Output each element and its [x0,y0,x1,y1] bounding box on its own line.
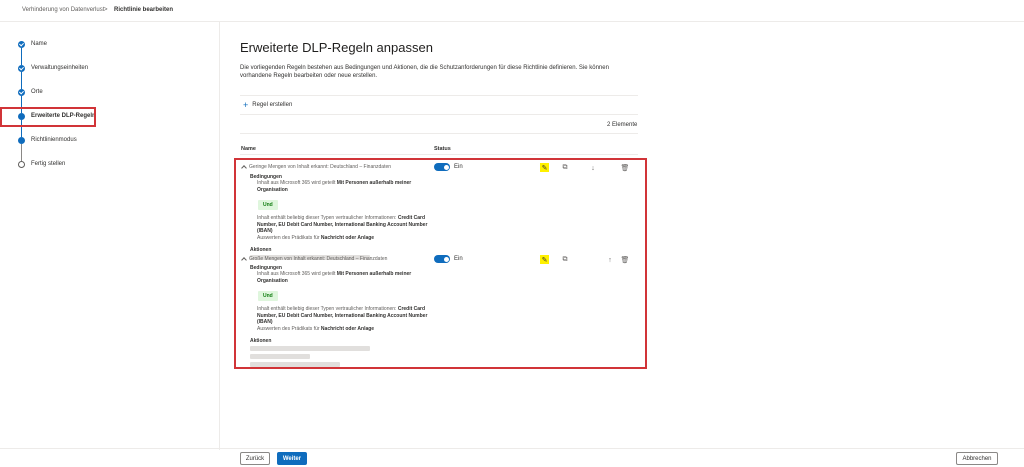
highlight-frame [0,107,96,127]
check-circle-icon [18,89,25,96]
step-name[interactable]: Name [18,40,208,52]
step-dot-icon [18,137,25,144]
check-circle-icon [18,41,25,48]
footer-bar: Zurück Weiter Abbrechen [0,448,1024,467]
cancel-button[interactable]: Abbrechen [956,452,998,465]
step-label: Fertig stellen [31,161,66,167]
step-label: Richtlinienmodus [31,137,77,143]
breadcrumb-parent[interactable]: Verhinderung von Datenverlust [22,7,104,13]
item-count: 2 Elemente [607,122,638,128]
plus-icon: + [243,100,249,110]
divider [240,114,638,115]
check-circle-icon [18,65,25,72]
divider [240,133,638,134]
page-description: Die vorliegenden Regeln bestehen aus Bed… [240,65,609,79]
step-label: Name [31,41,48,47]
breadcrumb-separator: > [104,7,108,13]
create-rule-label: Regel erstellen [252,102,293,108]
empty-circle-icon [18,161,25,168]
next-button[interactable]: Weiter [277,452,307,465]
page-title: Erweiterte DLP-Regeln anpassen [240,40,433,55]
column-header-name[interactable]: Name [241,146,256,152]
wizard-sidebar [0,22,220,450]
breadcrumb-current: Richtlinie bearbeiten [114,7,174,13]
step-fertig-stellen[interactable]: Fertig stellen [18,160,208,172]
breadcrumb: Verhinderung von Datenverlust > Richtlin… [0,0,1024,22]
divider [240,95,638,96]
step-verwaltungseinheiten[interactable]: Verwaltungseinheiten [18,64,208,76]
back-button[interactable]: Zurück [240,452,270,465]
step-label: Orte [31,89,43,95]
create-rule-button[interactable]: + Regel erstellen [243,100,293,110]
step-label: Verwaltungseinheiten [31,65,89,71]
step-richtlinienmodus[interactable]: Richtlinienmodus [18,136,208,148]
column-header-status[interactable]: Status [434,146,451,152]
highlight-frame [234,158,647,369]
step-orte[interactable]: Orte [18,88,208,100]
divider [240,154,638,155]
